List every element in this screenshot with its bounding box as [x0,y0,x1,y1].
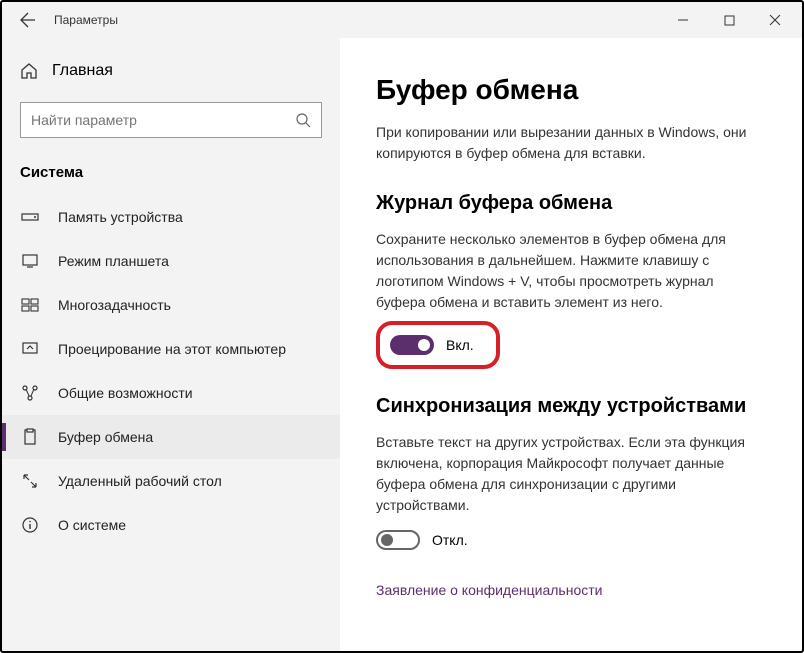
back-button[interactable] [6,2,50,38]
sync-toggle-label: Откл. [432,532,468,548]
sidebar-section-header: Система [2,156,340,195]
tablet-icon [20,251,40,271]
history-toggle[interactable] [390,335,434,355]
storage-icon [20,207,40,227]
page-title: Буфер обмена [376,74,766,106]
sidebar-item-label: Общие возможности [58,385,193,401]
history-toggle-label: Вкл. [446,337,474,353]
maximize-icon [724,15,735,26]
remote-icon [20,471,40,491]
history-desc: Сохраните несколько элементов в буфер об… [376,229,766,313]
sync-toggle-row: Откл. [376,530,766,550]
sidebar-item-label: О системе [58,517,126,533]
minimize-button[interactable] [660,2,706,38]
search-icon [295,112,311,128]
window-controls [660,2,798,38]
sidebar-item-clipboard[interactable]: Буфер обмена [2,415,340,459]
sidebar-item-remote[interactable]: Удаленный рабочий стол [2,459,340,503]
sidebar-item-label: Режим планшета [58,253,169,269]
sidebar-home-label: Главная [52,62,113,80]
highlight-annotation: Вкл. [376,321,500,369]
shared-icon [20,383,40,403]
close-icon [769,14,781,26]
sync-title: Синхронизация между устройствами [376,395,766,418]
arrow-left-icon [20,12,36,28]
about-icon [20,515,40,535]
toggle-knob [418,339,430,351]
sidebar-item-about[interactable]: О системе [2,503,340,547]
sync-desc: Вставьте текст на других устройствах. Ес… [376,432,766,516]
search-box[interactable] [20,102,322,138]
maximize-button[interactable] [706,2,752,38]
close-button[interactable] [752,2,798,38]
sidebar-item-shared[interactable]: Общие возможности [2,371,340,415]
intro-text: При копировании или вырезании данных в W… [376,122,766,164]
sync-toggle[interactable] [376,530,420,550]
sidebar-home[interactable]: Главная [2,52,340,90]
minimize-icon [677,14,689,26]
sidebar-item-projecting[interactable]: Проецирование на этот компьютер [2,327,340,371]
sidebar-item-label: Многозадачность [58,297,171,313]
nav-list: Память устройства Режим планшета Многоза… [2,195,340,651]
settings-window: Параметры Главная Система Память устройс… [0,0,804,653]
multitasking-icon [20,295,40,315]
sidebar-item-label: Удаленный рабочий стол [58,473,222,489]
sidebar-item-multitasking[interactable]: Многозадачность [2,283,340,327]
window-title: Параметры [54,13,118,27]
sidebar-item-storage[interactable]: Память устройства [2,195,340,239]
sidebar-item-label: Проецирование на этот компьютер [58,341,286,357]
sidebar-item-label: Буфер обмена [58,429,153,445]
titlebar: Параметры [2,2,802,38]
sidebar-item-label: Память устройства [58,209,183,225]
toggle-knob [381,534,393,546]
content-area: Главная Система Память устройства Режим … [2,38,802,651]
main-panel: Буфер обмена При копировании или вырезан… [340,38,802,651]
privacy-link[interactable]: Заявление о конфиденциальности [376,582,602,598]
sidebar-item-tablet[interactable]: Режим планшета [2,239,340,283]
projecting-icon [20,339,40,359]
home-icon [20,62,38,80]
history-title: Журнал буфера обмена [376,192,766,215]
search-input[interactable] [31,112,295,128]
clipboard-icon [20,427,40,447]
sidebar: Главная Система Память устройства Режим … [2,38,340,651]
